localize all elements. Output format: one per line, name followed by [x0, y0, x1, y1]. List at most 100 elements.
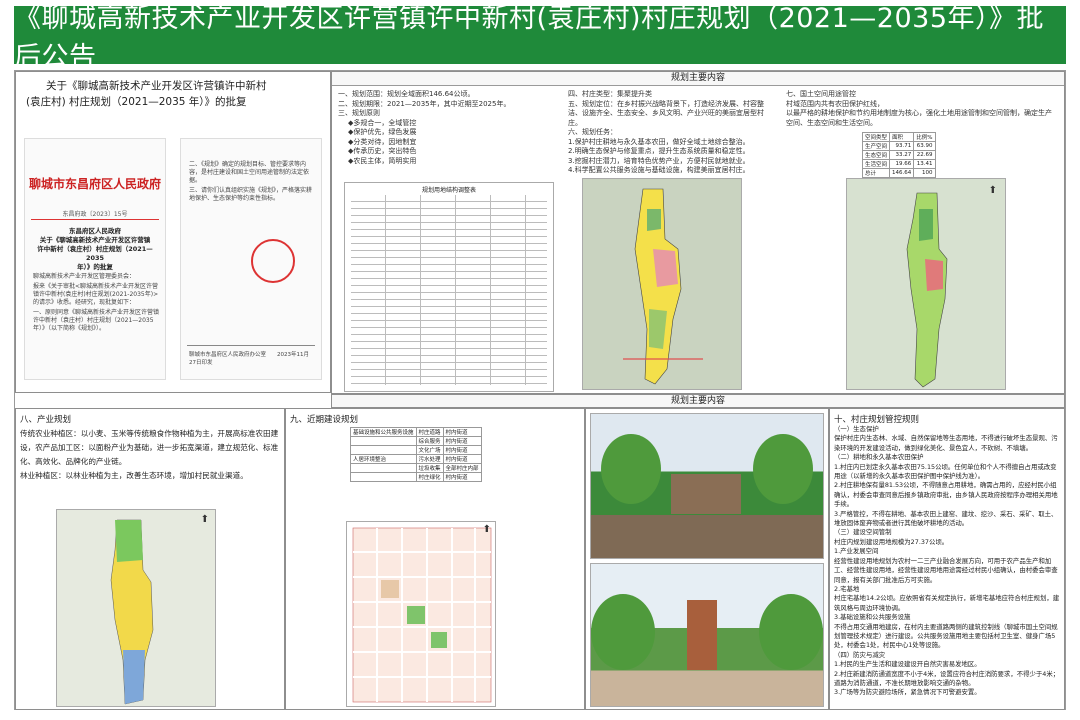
- north-arrow-icon: ⬆: [200, 514, 209, 525]
- table-cell: [350, 463, 417, 473]
- table-cell: 146.64: [889, 168, 915, 178]
- tree-graphic: [601, 434, 661, 504]
- village-gate-rendering-1: [590, 413, 824, 559]
- rule-line: （三）建设空间管制: [834, 528, 892, 537]
- table-cell: 生产空间: [861, 141, 891, 151]
- content-col2-line: 1.保护村庄耕地与永久基本农田，做好全域土地综合整治。: [568, 137, 750, 146]
- doc-title-line3: 许中新村（袁庄村）村庄规划（2021—2035: [37, 245, 153, 262]
- table-cell: 13.41: [913, 159, 936, 169]
- content-col2-line: 五、规划定位：在乡村振兴战略背景下，打造经济发展、村容整洁、设施齐全、生态安全、…: [568, 99, 764, 127]
- main-content-panel: 规划主要内容 一、规划范围：规划全域面积146.64公顷。 二、规划期限：202…: [331, 71, 1065, 394]
- content-col2: 四、村庄类型：集聚提升类 五、规划定位：在乡村振兴战略背景下，打造经济发展、村容…: [568, 90, 773, 176]
- notice-board: 关于《聊城高新技术产业开发区许营镇许中新村 (袁庄村) 村庄规划（2021—20…: [14, 70, 1066, 710]
- near-term-plan-section: 九、近期建设规划 基础设施和公共服务设施 村庄道路 村内街道 综合服务 村内街道 文化…: [285, 408, 585, 710]
- content-col1: 一、规划范围：规划全域面积146.64公顷。 二、规划期限：2021—2035年…: [338, 90, 556, 166]
- near-term-plan-label: 九、近期建设规划: [290, 415, 359, 425]
- rule-line: 1.产业发展空间: [834, 547, 879, 556]
- rule-line: 村庄内规划建设用地规模为27.37公顷。: [834, 537, 949, 546]
- content-col3-line: 以最严格的耕地保护和节约用地制度为核心，强化土地用途管制和空间管制，确定生产空间…: [786, 109, 1052, 127]
- rule-line: 2.村庄耕地保有量81.53公顷，不得随意占用耕地，确需占用的，应经村民小组确认…: [834, 481, 1058, 509]
- table-cell: 村内街道: [442, 436, 482, 446]
- industry-map: ⬆: [56, 509, 216, 707]
- table-cell: [350, 436, 417, 446]
- space-table-header: 空间类型 面积 比例%: [861, 132, 936, 142]
- table-cell: 综合服务: [415, 436, 444, 446]
- content-col1-line: ◆多规合一，全域管控: [348, 118, 417, 127]
- land-use-map-graphic: [583, 179, 741, 389]
- table-cell: [350, 445, 417, 455]
- table-cell: 村内街道: [442, 445, 482, 455]
- table-cell: 33.27: [889, 150, 915, 160]
- table-cell: 污水处理: [415, 454, 444, 464]
- table-row: 村庄绿化 村内街道: [350, 472, 482, 482]
- table-cell: 生态空间: [861, 150, 891, 160]
- table-cell: 村内街道: [442, 427, 482, 437]
- table-grid-graphic: [351, 195, 547, 385]
- north-arrow-icon: ⬆: [482, 524, 491, 535]
- content-col1-line: 二、规划期限：2021—2035年，其中近期至2025年。: [338, 99, 511, 108]
- protection-map-graphic: [847, 179, 1005, 389]
- industry-plan-label: 八、产业规划: [20, 415, 72, 425]
- approval-heading-line1: 关于《聊城高新技术产业开发区许营镇许中新村: [46, 80, 267, 92]
- content-col3: 七、国土空间用途管控 村域范围内共有农田保护红线， 以最严格的耕地保护和节约用地…: [786, 90, 1058, 128]
- doc-body-3: 一、原则同意《聊城高新技术产业开发区许营镇许中新村（袁庄村）村庄规划（2021—…: [33, 309, 160, 332]
- small-table-title: 规划用地结构调整表: [421, 187, 476, 194]
- content-col1-line: ◆农民主体，简明实用: [348, 156, 417, 165]
- rule-line: 3.严格管控，不得在耕地、基本农田上建窑、建坟、挖沙、采石、采矿、取土、堆放固体…: [834, 509, 1058, 528]
- main-content-header: 规划主要内容: [332, 72, 1064, 86]
- table-cell: 100: [913, 168, 936, 178]
- table-cell: 63.90: [913, 141, 936, 151]
- rule-line: （二）耕地和永久基本农田保护: [834, 453, 924, 462]
- table-header-cell: 空间类型: [861, 132, 891, 142]
- rule-line: 3.广场等为防灾避险场所，紧急情况下可警避安置。: [834, 688, 981, 697]
- control-rules-section: 十、村庄规划管控规则 （一）生态保护 保护村庄内生态林、水域、自然保留地等生态用…: [829, 408, 1065, 710]
- table-cell: 93.71: [889, 141, 915, 151]
- industry-para1: 传统农业种植区：以小麦、玉米等传统粮食作物种植为主，开展高标准农田建设，农产品加…: [20, 429, 279, 466]
- content-col3-line: 村域范围内共有农田保护红线，: [786, 99, 884, 108]
- table-cell: [350, 472, 417, 482]
- industry-plan-section: 八、产业规划 传统农业种植区：以小麦、玉米等传统粮食作物种植为主，开展高标准农田…: [15, 408, 285, 710]
- table-cell: 19.66: [889, 159, 915, 169]
- content-col1-line: ◆保护优先，绿色发展: [348, 128, 417, 136]
- approval-heading-line2: (袁庄村) 村庄规划（2021—2035 年）》的批复: [26, 96, 247, 108]
- content-col1-line: ◆传承历史，突出特色: [348, 147, 417, 155]
- table-row: 总计 146.64 100: [861, 168, 936, 178]
- rule-line: 1.村民的生产生活和建设建设开自然灾害易发地区。: [834, 660, 981, 669]
- table-cell: 村庄道路: [415, 427, 444, 437]
- north-arrow-icon: ⬆: [988, 185, 997, 196]
- planning-header: 规划主要内容: [331, 394, 1065, 408]
- table-cell: 生活空间: [861, 159, 891, 169]
- table-row: 垃圾收集 全部村庄内部: [350, 463, 482, 473]
- content-col3-line: 七、国土空间用途管控: [786, 90, 856, 98]
- land-use-table-image: 规划用地结构调整表: [344, 182, 554, 392]
- right-body-2: 三、请你们认真组织实施《规划》，严格落实耕地保护、生态保护等约束性指标。: [189, 187, 313, 202]
- content-col1-line: 三、规划原则: [338, 109, 380, 117]
- right-body-1: 二、《规划》确定的规划目标、管控要求等内容，是村庄建设和国土空间用途管制的法定依…: [189, 161, 310, 184]
- content-col2-line: 六、规划任务：: [568, 128, 617, 136]
- table-cell: 村庄绿化: [415, 472, 444, 482]
- table-cell: 基础设施和公共服务设施: [350, 427, 417, 437]
- protection-map: ⬆: [846, 178, 1006, 390]
- control-rules-label: 十、村庄规划管控规则: [834, 415, 920, 425]
- content-col2-line: 2.明确生态保护与修复重点，提升生态系统质量和稳定性。: [568, 147, 750, 155]
- table-cell: 22.69: [913, 150, 936, 160]
- gate-pillar-graphic: [687, 600, 717, 670]
- gate-graphic: [671, 474, 741, 514]
- content-col2-line: 4.科学配置公共服务设施与基础设施，构建美丽宜居村庄。: [568, 166, 750, 174]
- table-row: 生活空间 19.66 13.41: [861, 159, 936, 169]
- land-use-map: [582, 178, 742, 390]
- rule-line: （一）生态保护: [834, 425, 879, 433]
- rule-line: 1.村庄内已划定永久基本农田75.15公顷。任何单位和个人不得擅自占用或改变用途…: [834, 462, 1057, 481]
- table-cell: 文化广场: [415, 445, 444, 455]
- tree-graphic: [759, 594, 823, 670]
- tree-graphic: [591, 594, 655, 670]
- right-footer: 聊城市东昌府区人民政府办公室 2023年11月27日印发: [189, 352, 309, 366]
- industry-para2: 林业种植区：以林业种植为主，改善生态环境，增加村民就业渠道。: [20, 471, 248, 480]
- doc-title-line1: 东昌府区人民政府: [69, 227, 121, 235]
- content-col1-line: ◆分类对待，因地制宜: [348, 137, 417, 146]
- table-cell: 全部村庄内部: [442, 463, 482, 473]
- renderings-section: [585, 408, 829, 710]
- rule-line: （四）防灾与减灾: [834, 650, 886, 659]
- rule-line: 保护村庄内生态林、水域、自然保留地等生态用地，不得进行破坏生态景观、污染环境的开…: [834, 434, 1058, 452]
- tree-graphic: [753, 434, 813, 504]
